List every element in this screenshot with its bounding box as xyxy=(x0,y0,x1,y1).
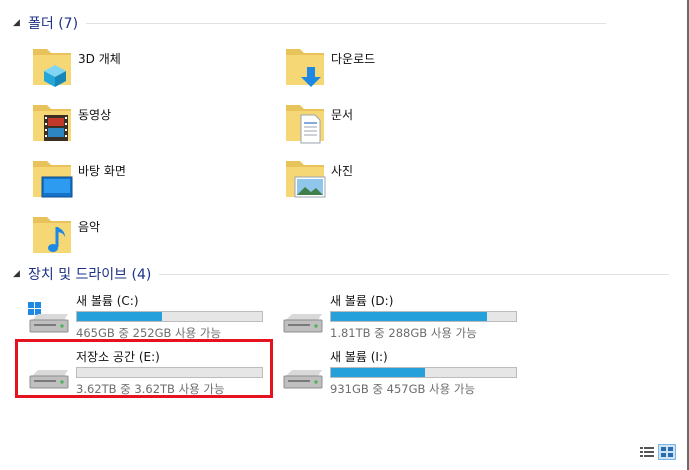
storage-bar-fill xyxy=(77,312,162,321)
pictures-icon xyxy=(286,161,326,198)
drive-space-text: 1.81TB 중 288GB 사용 가능 xyxy=(330,326,477,340)
desktop-icon xyxy=(33,161,73,198)
3d-objects-icon xyxy=(33,49,71,87)
music-icon xyxy=(33,217,71,253)
section-divider xyxy=(86,22,607,24)
drive-label: 새 볼륨 (D:) xyxy=(330,294,394,308)
drive-label: 새 볼륨 (I:) xyxy=(330,350,388,364)
folder-label: 문서 xyxy=(331,108,354,122)
storage-bar xyxy=(76,311,263,322)
collapse-chevron-icon[interactable]: ◢ xyxy=(13,18,23,28)
drive-c[interactable]: 새 볼륨 (C:) 465GB 중 252GB 사용 가능 xyxy=(28,292,278,344)
folder-downloads[interactable]: 다운로드 xyxy=(283,45,483,97)
large-icons-view-icon[interactable] xyxy=(658,444,676,460)
folders-section-title: 폴더 (7) xyxy=(28,16,79,32)
drive-space-text: 931GB 중 457GB 사용 가능 xyxy=(330,382,476,396)
downloads-icon xyxy=(286,49,324,87)
videos-icon xyxy=(33,105,71,141)
folder-label: 바탕 화면 xyxy=(78,164,126,178)
drive-label: 새 볼륨 (C:) xyxy=(76,294,139,308)
section-divider xyxy=(159,273,670,275)
folder-label: 3D 개체 xyxy=(78,52,121,66)
drives-section-header[interactable]: ◢ 장치 및 드라이브 (4) xyxy=(0,263,670,285)
folder-videos[interactable]: 동영상 xyxy=(30,101,230,153)
folder-label: 사진 xyxy=(331,164,354,178)
folder-label: 음악 xyxy=(78,220,101,234)
highlight-annotation xyxy=(15,339,273,398)
collapse-chevron-icon[interactable]: ◢ xyxy=(13,269,23,279)
folders-section-header[interactable]: ◢ 폴더 (7) xyxy=(0,12,607,34)
hard-drive-icon xyxy=(283,314,323,333)
drive-i[interactable]: 새 볼륨 (I:) 931GB 중 457GB 사용 가능 xyxy=(282,348,532,400)
drive-d[interactable]: 새 볼륨 (D:) 1.81TB 중 288GB 사용 가능 xyxy=(282,292,532,344)
folder-label: 동영상 xyxy=(78,108,112,122)
folder-pictures[interactable]: 사진 xyxy=(283,157,483,209)
hard-drive-icon xyxy=(283,370,323,389)
documents-icon xyxy=(286,105,324,144)
storage-bar-fill xyxy=(331,368,426,377)
folder-desktop[interactable]: 바탕 화면 xyxy=(30,157,230,209)
folder-music[interactable]: 음악 xyxy=(30,213,230,265)
storage-bar xyxy=(330,311,517,322)
storage-bar xyxy=(330,367,517,378)
folder-documents[interactable]: 문서 xyxy=(283,101,483,153)
system-drive-icon xyxy=(28,302,69,333)
details-view-icon[interactable] xyxy=(639,445,655,459)
drives-section-title: 장치 및 드라이브 (4) xyxy=(28,267,152,283)
view-toggle-group xyxy=(639,444,676,460)
folder-3d-objects[interactable]: 3D 개체 xyxy=(30,45,230,97)
folder-label: 다운로드 xyxy=(331,52,376,66)
storage-bar-fill xyxy=(331,312,488,321)
